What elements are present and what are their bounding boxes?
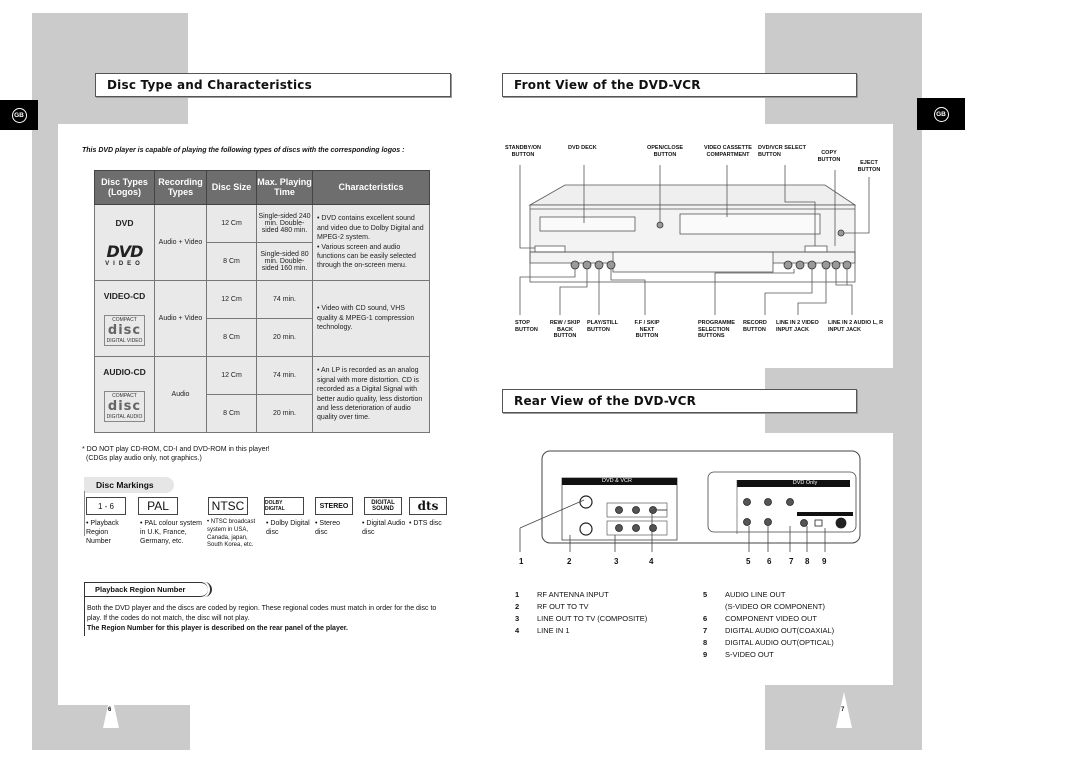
- disc-type-cell: AUDIO-CD COMPACT disc DIGITAL AUDIO: [94, 356, 155, 433]
- label-standby-button: STANDBY/ON BUTTON: [505, 145, 541, 158]
- rear-view-title: Rear View of the DVD-VCR: [502, 389, 857, 413]
- rf-out-jack: [579, 522, 593, 536]
- table-header-row: Disc Types (Logos) Recording Types Disc …: [94, 170, 430, 205]
- compact-disc-audio-logo-icon: COMPACT disc DIGITAL AUDIO: [103, 391, 146, 422]
- region-divider: [84, 596, 85, 636]
- label-dvd-deck: DVD DECK: [568, 145, 597, 151]
- dolby-digital-logo: DOLBY DIGITAL: [264, 497, 304, 515]
- rear-callout-2: 2: [567, 557, 572, 566]
- playback-region-label: Playback Region Number: [84, 582, 212, 597]
- label-programme-buttons: PROGRAMME SELECTION BUTTONS: [698, 320, 735, 340]
- label-stop-button: STOP BUTTON: [515, 320, 538, 333]
- right-gray-column: [893, 124, 922, 685]
- legend-item: 4 LINE IN 1: [515, 626, 570, 635]
- table-row: VIDEO-CD COMPACT disc DIGITAL VIDEO Audi…: [94, 280, 430, 357]
- left-top-area: [188, 13, 493, 124]
- warning-note: * DO NOT play CD-ROM, CD-I and DVD-ROM i…: [82, 446, 270, 463]
- rear-callout-9: 9: [822, 557, 827, 566]
- compact-disc-video-logo-icon: COMPACT disc DIGITAL VIDEO: [103, 315, 146, 346]
- dvd-vcr-rear-illustration: [519, 450, 861, 552]
- marking-desc: • Playback Region Number: [86, 520, 119, 546]
- label-record-button: RECORD BUTTON: [743, 320, 767, 333]
- rear-legend-left: 1 RF ANTENNA INPUT 2 RF OUT TO TV 3 LINE OU…: [515, 590, 647, 635]
- legend-item: 3 LINE OUT TO TV (COMPOSITE): [515, 614, 648, 623]
- legend-item: 5 AUDIO LINE OUT: [703, 590, 786, 599]
- rear-callout-5: 5: [746, 557, 751, 566]
- language-badge-left: GB: [0, 100, 38, 130]
- marking-desc: • Digital Audio disc: [362, 520, 406, 537]
- label-dvd-vcr-select: DVD/VCR SELECT BUTTON: [758, 145, 806, 158]
- left-gray-filler: [32, 676, 58, 706]
- label-copy-button: COPY BUTTON: [817, 150, 841, 163]
- legend-item: 6 COMPONENT VIDEO OUT: [703, 614, 817, 623]
- header-disc-size: Disc Size: [206, 170, 257, 205]
- disc-type-cell: DVD DVD VIDEO: [94, 204, 155, 281]
- disc-markings-label: Disc Markings: [84, 477, 174, 493]
- disc-type-cell: VIDEO-CD COMPACT disc DIGITAL VIDEO: [94, 280, 155, 357]
- rear-callout-6: 6: [767, 557, 772, 566]
- label-open-close-button: OPEN/CLOSE BUTTON: [646, 145, 684, 158]
- ntsc-logo: NTSC: [208, 497, 248, 515]
- table-row: DVD DVD VIDEO Audio + Video 12 Cm Single…: [94, 204, 430, 281]
- table-row: AUDIO-CD COMPACT disc DIGITAL AUDIO Audi…: [94, 356, 430, 433]
- rear-callout-8: 8: [805, 557, 810, 566]
- legend-item: 2 RF OUT TO TV: [515, 602, 589, 611]
- marking-desc: • PAL colour system in U.K, France, Germ…: [140, 520, 202, 546]
- rear-legend-right: 5 AUDIO LINE OUT (S-VIDEO OR COMPONENT) 6…: [703, 590, 834, 659]
- label-video-cassette: VIDEO CASSETTE COMPARTMENT: [704, 145, 752, 158]
- stereo-logo: STEREO: [315, 497, 353, 515]
- marking-desc: • NTSC broadcast system in USA, Canada, …: [207, 519, 256, 549]
- label-rew-button: REW / SKIP BACK BUTTON: [549, 320, 581, 340]
- legend-item: 7 DIGITAL AUDIO OUT(COAXIAL): [703, 626, 835, 635]
- legend-item: 9 S-VIDEO OUT: [703, 650, 774, 659]
- marking-desc: • Stereo disc: [315, 520, 341, 537]
- dvd-vcr-section: [561, 477, 678, 541]
- label-line-in-2-audio: LINE IN 2 AUDIO L, R INPUT JACK: [828, 320, 884, 333]
- label-ff-button: F.F / SKIP NEXT BUTTON: [634, 320, 660, 340]
- markings-divider: [84, 491, 85, 536]
- marking-desc: • Dolby Digital disc: [266, 520, 310, 537]
- page-number-right: 7: [836, 692, 852, 728]
- digital-sound-logo: DIGITAL SOUND: [364, 497, 402, 515]
- device-body: [528, 184, 857, 283]
- intro-text: This DVD player is capable of playing th…: [82, 147, 405, 154]
- rear-section-dvd-only: DVD Only: [792, 480, 818, 486]
- marking-desc: • DTS disc: [409, 520, 442, 527]
- legend-item: 8 DIGITAL AUDIO OUT(OPTICAL): [703, 638, 834, 647]
- rear-callout-3: 3: [614, 557, 619, 566]
- rear-callout-1: 1: [519, 557, 524, 566]
- legend-item: 1 RF ANTENNA INPUT: [515, 590, 609, 599]
- rear-section-dvd-vcr: DVD & VCR: [602, 478, 632, 484]
- rear-callout-7: 7: [789, 557, 794, 566]
- playback-region-text: Both the DVD player and the discs are co…: [87, 605, 437, 633]
- language-badge-right: GB: [917, 98, 965, 130]
- region-number-logo: 1 - 6: [86, 497, 126, 515]
- dvd-vcr-front-illustration: [519, 165, 870, 315]
- pal-logo: PAL: [138, 497, 178, 515]
- header-recording-types: Recording Types: [154, 170, 207, 205]
- dvd-logo-icon: DVD: [106, 242, 144, 261]
- label-line-in-2-video: LINE IN 2 VIDEO INPUT JACK: [776, 320, 819, 333]
- legend-item: (S-VIDEO OR COMPONENT): [725, 602, 826, 611]
- label-play-still-button: PLAY/STILL BUTTON: [587, 320, 618, 333]
- header-max-playing-time: Max. Playing Time: [256, 170, 313, 205]
- front-view-title: Front View of the DVD-VCR: [502, 73, 857, 97]
- header-characteristics: Characteristics: [312, 170, 430, 205]
- disc-type-title: Disc Type and Characteristics: [95, 73, 451, 97]
- disc-types-table: Disc Types (Logos) Recording Types Disc …: [94, 170, 430, 433]
- rear-callout-4: 4: [649, 557, 654, 566]
- header-disc-types: Disc Types (Logos): [94, 170, 155, 205]
- page-title: Disc Type and Characteristics: [107, 78, 312, 92]
- page-number-left: 6: [103, 692, 119, 728]
- dts-logo: dts: [409, 497, 447, 515]
- rf-in-jack: [579, 495, 593, 509]
